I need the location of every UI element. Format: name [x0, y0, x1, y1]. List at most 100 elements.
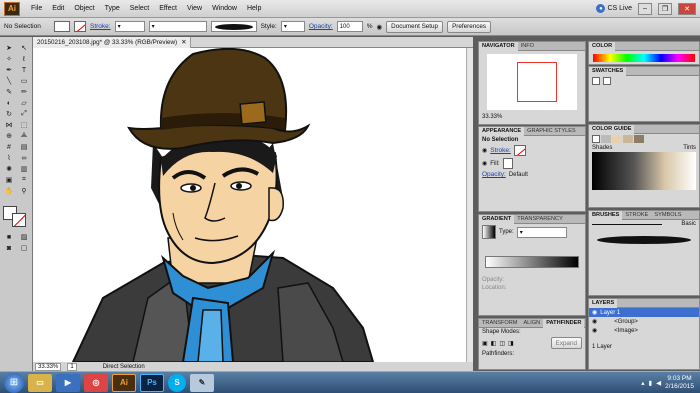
tab-gradient[interactable]: GRADIENT: [479, 214, 515, 224]
document-setup-button[interactable]: Document Setup: [386, 20, 444, 33]
tab-swatches[interactable]: SWATCHES: [589, 66, 627, 76]
shape-builder-icon[interactable]: ⊕: [3, 131, 15, 141]
screen-mode-icon[interactable]: ▢: [18, 243, 30, 253]
paint-taskbar-icon[interactable]: ✎: [190, 373, 214, 392]
stroke-weight-dropdown[interactable]: ▾: [114, 21, 145, 32]
graph-tool-icon[interactable]: ▥: [18, 164, 30, 174]
photoshop-taskbar-icon[interactable]: Ps: [140, 373, 164, 392]
tab-color-guide[interactable]: COLOR GUIDE: [589, 124, 635, 134]
line-tool-icon[interactable]: ╲: [3, 76, 15, 86]
color-guide-grid[interactable]: [592, 152, 696, 190]
preferences-button[interactable]: Preferences: [447, 20, 492, 33]
opacity-input[interactable]: 100: [336, 21, 363, 32]
artboard-icon[interactable]: ▣: [3, 175, 15, 185]
direct-selection-tool-icon[interactable]: ↖: [18, 43, 30, 53]
blob-brush-icon[interactable]: ◐: [3, 98, 15, 108]
tab-transform[interactable]: TRANSFORM: [479, 319, 520, 328]
eraser-icon[interactable]: ▱: [18, 98, 30, 108]
layer-eye-icon[interactable]: ◉: [592, 318, 597, 325]
start-button[interactable]: ⊞: [4, 372, 24, 393]
layer-row-image[interactable]: ◉ <Image>: [589, 326, 699, 335]
lasso-icon[interactable]: ℓ: [18, 54, 30, 64]
visibility-eye-icon[interactable]: ◉: [482, 160, 487, 167]
explorer-icon[interactable]: ▭: [28, 373, 52, 392]
free-transform-icon[interactable]: ⬚: [18, 120, 30, 130]
clock[interactable]: 9:03 PM 2/16/2015: [665, 375, 694, 391]
style-dropdown[interactable]: ▾: [280, 21, 305, 32]
tab-layers[interactable]: LAYERS: [589, 298, 618, 308]
symbol-sprayer-icon[interactable]: ✺: [3, 164, 15, 174]
type-tool-icon[interactable]: T: [18, 65, 30, 75]
recolor-icon[interactable]: ◉: [376, 23, 382, 31]
color-mode-icon[interactable]: ■: [3, 232, 15, 242]
menu-effect[interactable]: Effect: [154, 5, 182, 12]
gradient-icon[interactable]: ▤: [18, 142, 30, 152]
perspective-icon[interactable]: ⟁: [18, 131, 30, 141]
artboard-canvas[interactable]: [33, 48, 473, 362]
appearance-stroke-swatch[interactable]: [513, 145, 526, 156]
tab-brushes[interactable]: BRUSHES: [589, 210, 623, 220]
vertical-scrollbar[interactable]: [466, 48, 473, 362]
menu-object[interactable]: Object: [69, 5, 99, 12]
gradient-type-dropdown[interactable]: ▾: [516, 226, 567, 238]
gradient-swatch[interactable]: [482, 225, 496, 239]
expand-button[interactable]: Expand: [550, 337, 582, 349]
menu-help[interactable]: Help: [242, 5, 266, 12]
opacity-link[interactable]: Opacity:: [309, 23, 333, 30]
tab-navigator[interactable]: NAVIGATOR: [479, 41, 518, 51]
appearance-stroke-label[interactable]: Stroke:: [490, 147, 511, 154]
harmony-swatches[interactable]: [592, 135, 644, 143]
layer-eye-icon[interactable]: ◉: [592, 309, 597, 316]
navigator-zoom[interactable]: 33.33%: [482, 114, 502, 120]
menu-file[interactable]: File: [26, 5, 47, 12]
none-swatch[interactable]: [592, 77, 600, 85]
rectangle-tool-icon[interactable]: ▭: [18, 76, 30, 86]
appearance-fill-swatch[interactable]: [502, 158, 513, 169]
tab-color[interactable]: COLOR: [589, 41, 616, 51]
menu-window[interactable]: Window: [207, 5, 242, 12]
document-tab[interactable]: 20150216_203108.jpg* @ 33.33% (RGB/Previ…: [33, 36, 192, 48]
scale-icon[interactable]: ⤢: [18, 109, 30, 119]
tray-arrow-icon[interactable]: ▴: [641, 379, 644, 387]
media-player-icon[interactable]: ▶: [56, 373, 80, 392]
pen-tool-icon[interactable]: ✒: [3, 65, 15, 75]
width-tool-icon[interactable]: ⋈: [3, 120, 15, 130]
tab-graphic-styles[interactable]: GRAPHIC STYLES: [524, 127, 579, 136]
zoom-icon[interactable]: ⚲: [18, 186, 30, 196]
paintbrush-icon[interactable]: ✎: [3, 87, 15, 97]
tab-align[interactable]: ALIGN: [520, 319, 543, 328]
rotate-icon[interactable]: ↻: [3, 109, 15, 119]
tab-info[interactable]: INFO: [518, 42, 537, 51]
visibility-eye-icon[interactable]: ◉: [482, 147, 487, 154]
intersect-icon[interactable]: ◫: [499, 340, 505, 347]
tab-pathfinder[interactable]: PATHFINDER: [543, 318, 585, 328]
close-tab-icon[interactable]: ✕: [181, 39, 186, 46]
tab-transparency[interactable]: TRANSPARENCY: [514, 215, 566, 224]
variable-width-dropdown[interactable]: ▾: [148, 21, 207, 32]
tab-symbols[interactable]: SYMBOLS: [651, 211, 684, 220]
navigator-preview[interactable]: [487, 54, 577, 110]
exclude-icon[interactable]: ◨: [508, 340, 514, 347]
fill-swatch[interactable]: [54, 21, 70, 32]
menu-select[interactable]: Select: [125, 5, 154, 12]
gradient-mode-icon[interactable]: ▨: [18, 232, 30, 242]
tab-stroke[interactable]: STROKE: [622, 211, 651, 220]
artboard-number-field[interactable]: 1: [67, 362, 77, 371]
eyedropper-icon[interactable]: ⌇: [3, 153, 15, 163]
magic-wand-icon[interactable]: ✧: [3, 54, 15, 64]
gradient-slider[interactable]: [485, 256, 579, 268]
draw-mode-icon[interactable]: ◙: [3, 243, 15, 253]
selection-tool-icon[interactable]: ➤: [3, 43, 15, 53]
stroke-link[interactable]: Stroke:: [90, 23, 111, 30]
volume-icon[interactable]: ◀: [656, 379, 661, 387]
stroke-swatch[interactable]: [74, 21, 86, 32]
navigator-view-box[interactable]: [517, 62, 557, 102]
minus-front-icon[interactable]: ◧: [491, 340, 497, 347]
blend-icon[interactable]: ∞: [18, 153, 30, 163]
close-button[interactable]: ✕: [678, 2, 696, 15]
slice-icon[interactable]: ⌗: [18, 175, 30, 185]
unite-icon[interactable]: ▣: [482, 340, 488, 347]
appearance-opacity-label[interactable]: Opacity:: [482, 171, 506, 178]
restore-button[interactable]: ❐: [658, 2, 672, 15]
color-spectrum[interactable]: [593, 54, 695, 62]
